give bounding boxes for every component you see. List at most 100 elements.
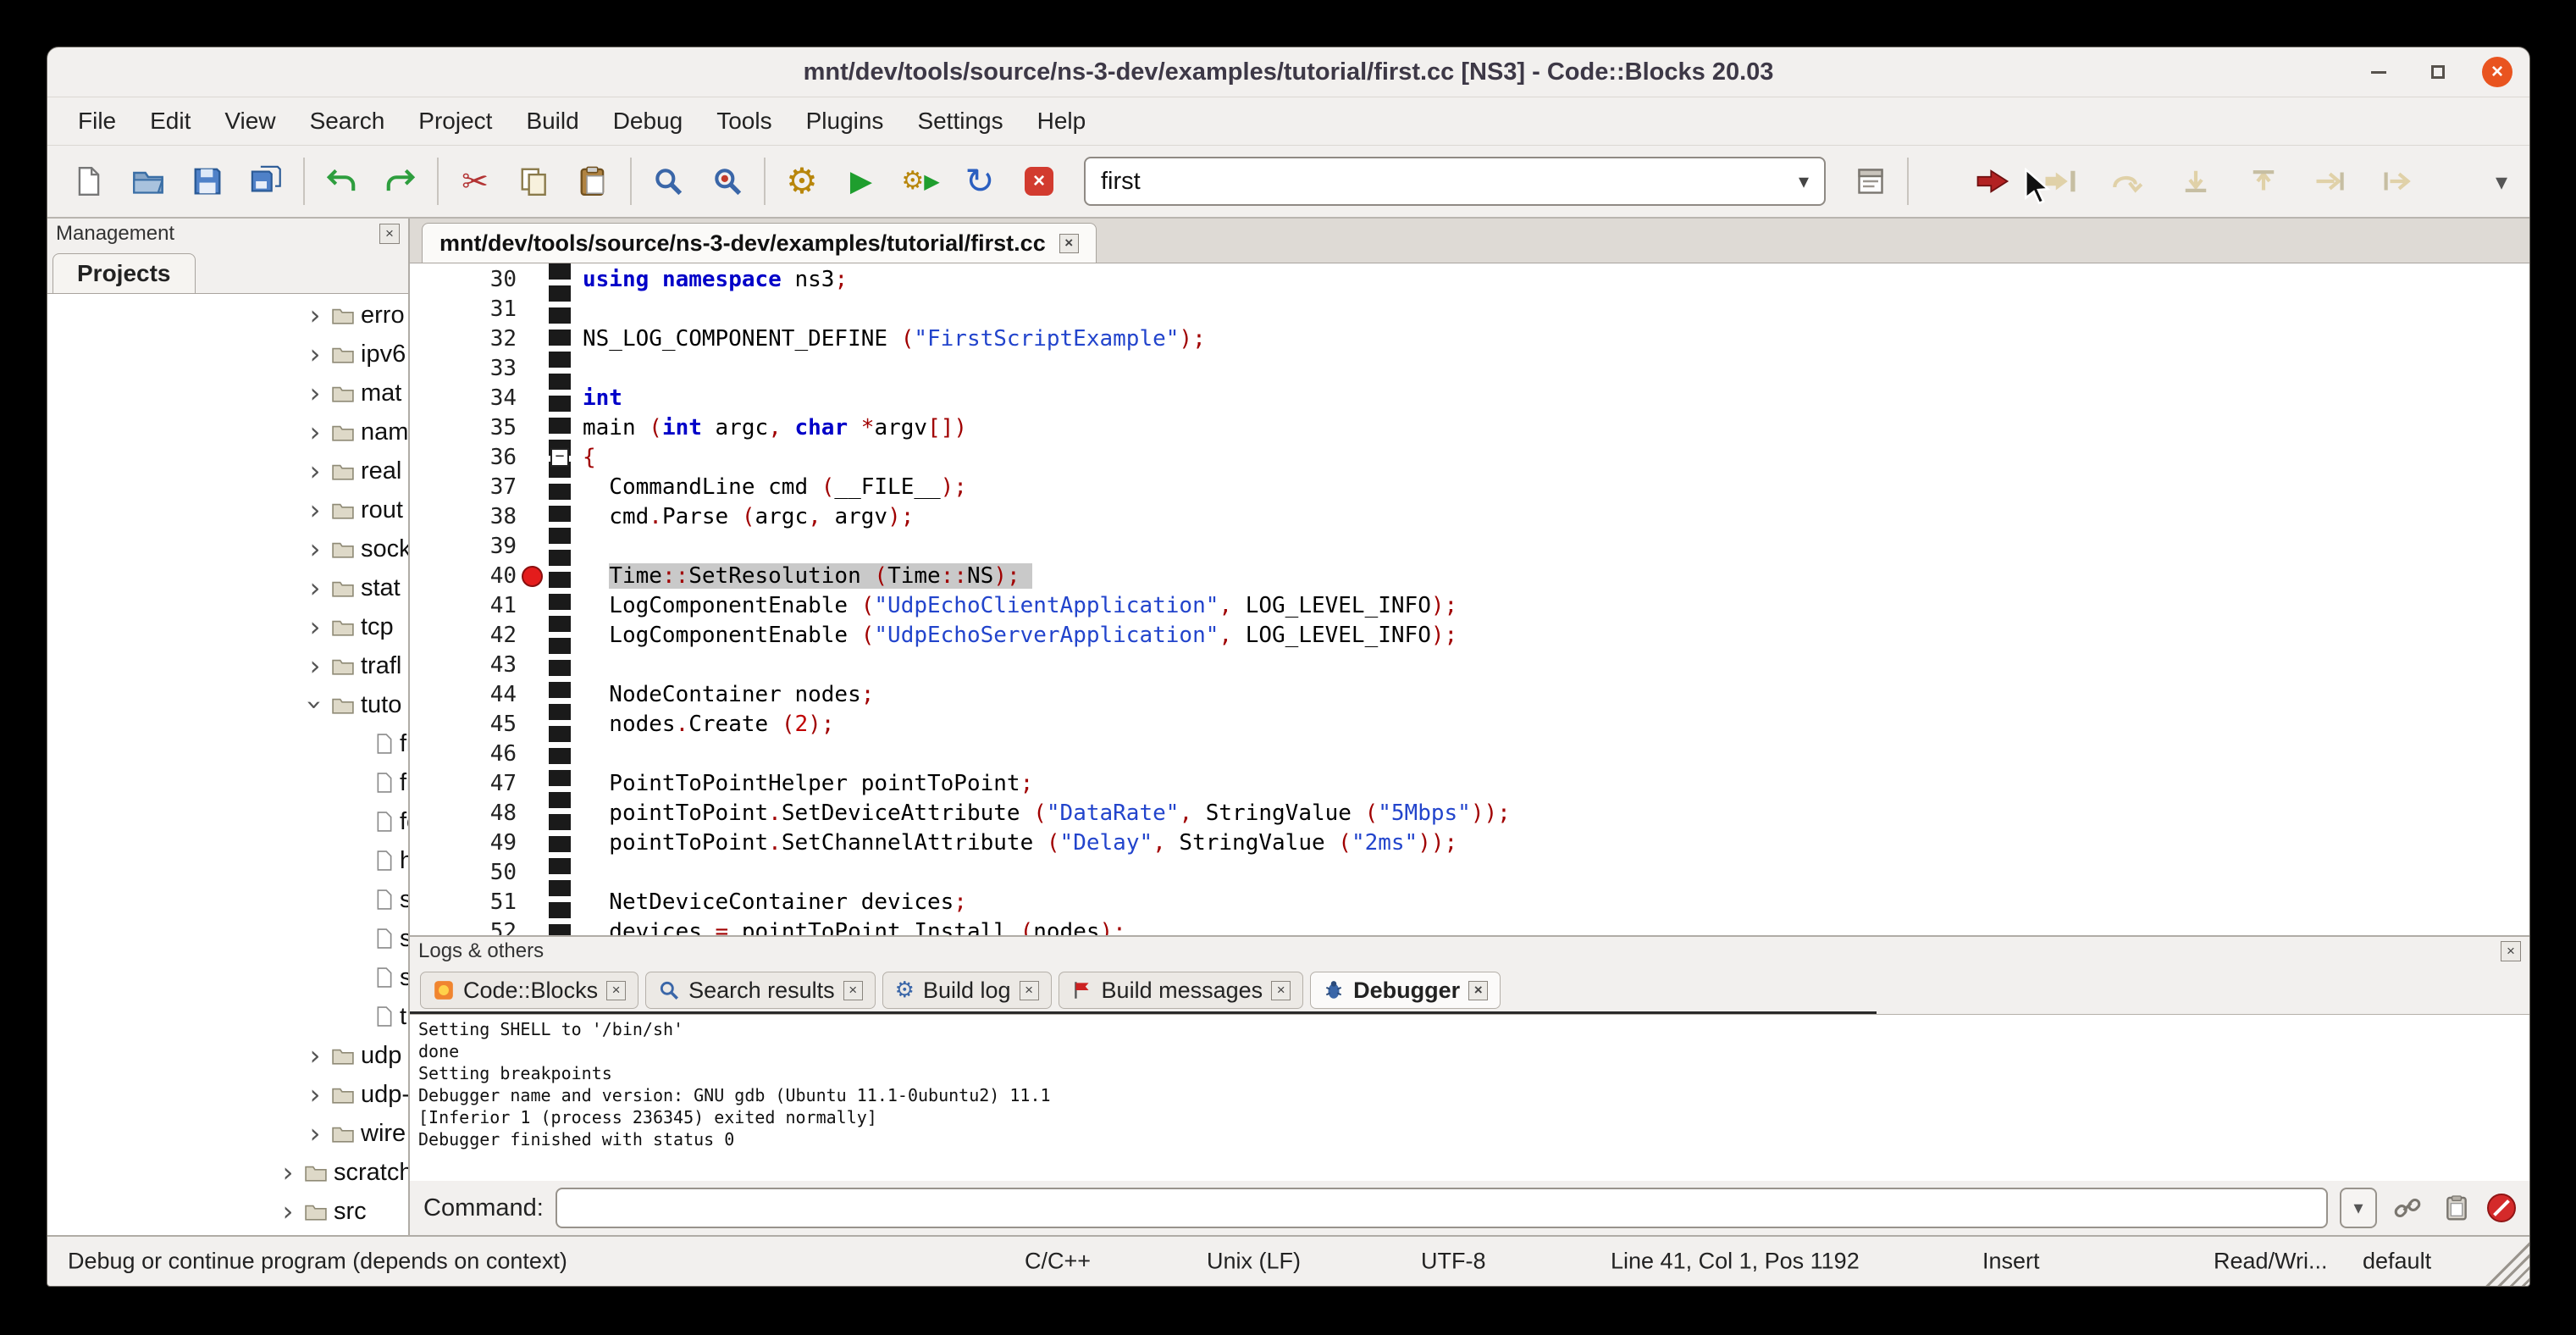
chevron-right-icon[interactable]: › (301, 1117, 329, 1149)
chevron-right-icon[interactable]: › (301, 377, 329, 409)
chevron-right-icon[interactable]: › (301, 455, 329, 487)
tree-item[interactable]: ›stat (47, 568, 408, 607)
tab-close-icon[interactable]: × (1468, 981, 1488, 1000)
menu-item-view[interactable]: View (207, 97, 292, 145)
tree-item[interactable]: ›ipv6 (47, 335, 408, 374)
line-number[interactable]: 48 (410, 799, 520, 828)
abort-build-button[interactable]: × (1009, 152, 1069, 211)
tree-item[interactable]: ›wire (47, 1114, 408, 1153)
maximize-button[interactable] (2423, 57, 2453, 87)
tree-item[interactable]: ›sock (47, 529, 408, 568)
line-number[interactable]: 45 (410, 710, 520, 740)
fold-marker-icon[interactable]: − (550, 448, 569, 467)
link-icon[interactable] (2389, 1189, 2426, 1227)
breakpoint-marker[interactable] (522, 566, 543, 587)
menu-item-build[interactable]: Build (509, 97, 595, 145)
tree-item[interactable]: ›rout (47, 490, 408, 529)
chevron-right-icon[interactable]: › (301, 650, 329, 682)
line-number[interactable]: 46 (410, 740, 520, 769)
tree-item[interactable]: ›scratch (47, 1153, 408, 1192)
breakpoint-margin[interactable] (520, 473, 549, 502)
breakpoint-margin[interactable] (520, 413, 549, 443)
line-number[interactable]: 36 (410, 443, 520, 473)
tree-item[interactable]: ›trafl (47, 646, 408, 685)
tab-build-messages[interactable]: Build messages × (1059, 972, 1304, 1009)
chevron-down-icon[interactable]: › (299, 691, 331, 718)
breakpoint-margin[interactable] (520, 562, 549, 591)
tab-build-log[interactable]: ⚙ Build log × (882, 972, 1052, 1009)
breakpoint-margin[interactable] (520, 443, 549, 473)
breakpoint-margin[interactable] (520, 591, 549, 621)
save-button[interactable] (178, 152, 237, 211)
tree-item[interactable]: ›tuto (47, 685, 408, 724)
tree-item[interactable]: se (47, 919, 408, 958)
line-number[interactable]: 51 (410, 888, 520, 917)
menu-item-settings[interactable]: Settings (900, 97, 1020, 145)
tree-item[interactable]: se (47, 880, 408, 919)
breakpoint-margin[interactable] (520, 532, 549, 562)
line-number[interactable]: 37 (410, 473, 520, 502)
run-to-cursor-button[interactable] (2031, 152, 2090, 211)
line-number[interactable]: 35 (410, 413, 520, 443)
tab-close-icon[interactable]: × (843, 981, 863, 1000)
debug-windows-button[interactable] (1841, 152, 1900, 211)
copy-button[interactable] (505, 152, 564, 211)
menu-item-plugins[interactable]: Plugins (789, 97, 901, 145)
breakpoint-margin[interactable] (520, 858, 549, 888)
tree-item[interactable]: ›mat (47, 374, 408, 413)
line-number[interactable]: 32 (410, 324, 520, 354)
debug-continue-button[interactable] (1963, 152, 2022, 211)
logs-close-icon[interactable]: × (2501, 941, 2521, 961)
undo-button[interactable] (312, 152, 371, 211)
menu-item-debug[interactable]: Debug (596, 97, 700, 145)
stop-debugger-icon[interactable] (2487, 1194, 2516, 1222)
breakpoint-margin[interactable] (520, 917, 549, 935)
new-file-button[interactable] (59, 152, 119, 211)
menu-item-tools[interactable]: Tools (699, 97, 788, 145)
line-number[interactable]: 50 (410, 858, 520, 888)
cut-button[interactable]: ✂ (445, 152, 505, 211)
breakpoint-margin[interactable] (520, 354, 549, 384)
clipboard-icon[interactable] (2438, 1189, 2475, 1227)
save-all-button[interactable] (237, 152, 296, 211)
breakpoint-margin[interactable] (520, 888, 549, 917)
chevron-right-icon[interactable]: › (301, 1078, 329, 1111)
menu-item-help[interactable]: Help (1020, 97, 1103, 145)
build-and-run-button[interactable]: ⚙▶ (891, 152, 950, 211)
menu-item-search[interactable]: Search (293, 97, 402, 145)
tree-item[interactable]: six (47, 958, 408, 997)
breakpoint-margin[interactable] (520, 265, 549, 295)
line-number[interactable]: 41 (410, 591, 520, 621)
tree-item[interactable]: fir (47, 763, 408, 802)
chevron-down-icon[interactable]: ▾ (1799, 169, 1809, 193)
tree-item[interactable]: th (47, 997, 408, 1036)
breakpoint-margin[interactable] (520, 799, 549, 828)
line-number[interactable]: 40 (410, 562, 520, 591)
breakpoint-margin[interactable] (520, 502, 549, 532)
chevron-right-icon[interactable]: › (301, 611, 329, 643)
code-editor[interactable]: 30using namespace ns3;3132NS_LOG_COMPONE… (410, 263, 2529, 935)
breakpoint-margin[interactable] (520, 680, 549, 710)
tab-search-results[interactable]: Search results × (645, 972, 876, 1009)
chevron-right-icon[interactable]: › (301, 494, 329, 526)
command-input[interactable] (556, 1188, 2328, 1228)
resize-grip[interactable] (2485, 1242, 2529, 1286)
project-tree[interactable]: ›erro›ipv6›mat›nam›real›rout›sock›stat›t… (47, 294, 408, 1235)
chevron-right-icon[interactable]: › (274, 1195, 301, 1227)
chevron-right-icon[interactable]: › (301, 572, 329, 604)
tab-close-icon[interactable]: × (1271, 981, 1291, 1000)
tree-item[interactable]: fo (47, 802, 408, 841)
line-number[interactable]: 47 (410, 769, 520, 799)
line-number[interactable]: 33 (410, 354, 520, 384)
editor-tab[interactable]: mnt/dev/tools/source/ns-3-dev/examples/t… (422, 223, 1097, 263)
line-number[interactable]: 30 (410, 265, 520, 295)
rebuild-button[interactable]: ↻ (950, 152, 1009, 211)
line-number[interactable]: 31 (410, 295, 520, 324)
find-replace-button[interactable] (698, 152, 757, 211)
tree-item[interactable]: ›udp- (47, 1075, 408, 1114)
tab-debugger[interactable]: Debugger × (1310, 972, 1501, 1009)
breakpoint-margin[interactable] (520, 828, 549, 858)
step-into-instruction-button[interactable] (2369, 152, 2429, 211)
chevron-right-icon[interactable]: › (301, 416, 329, 448)
chevron-right-icon[interactable]: › (301, 533, 329, 565)
